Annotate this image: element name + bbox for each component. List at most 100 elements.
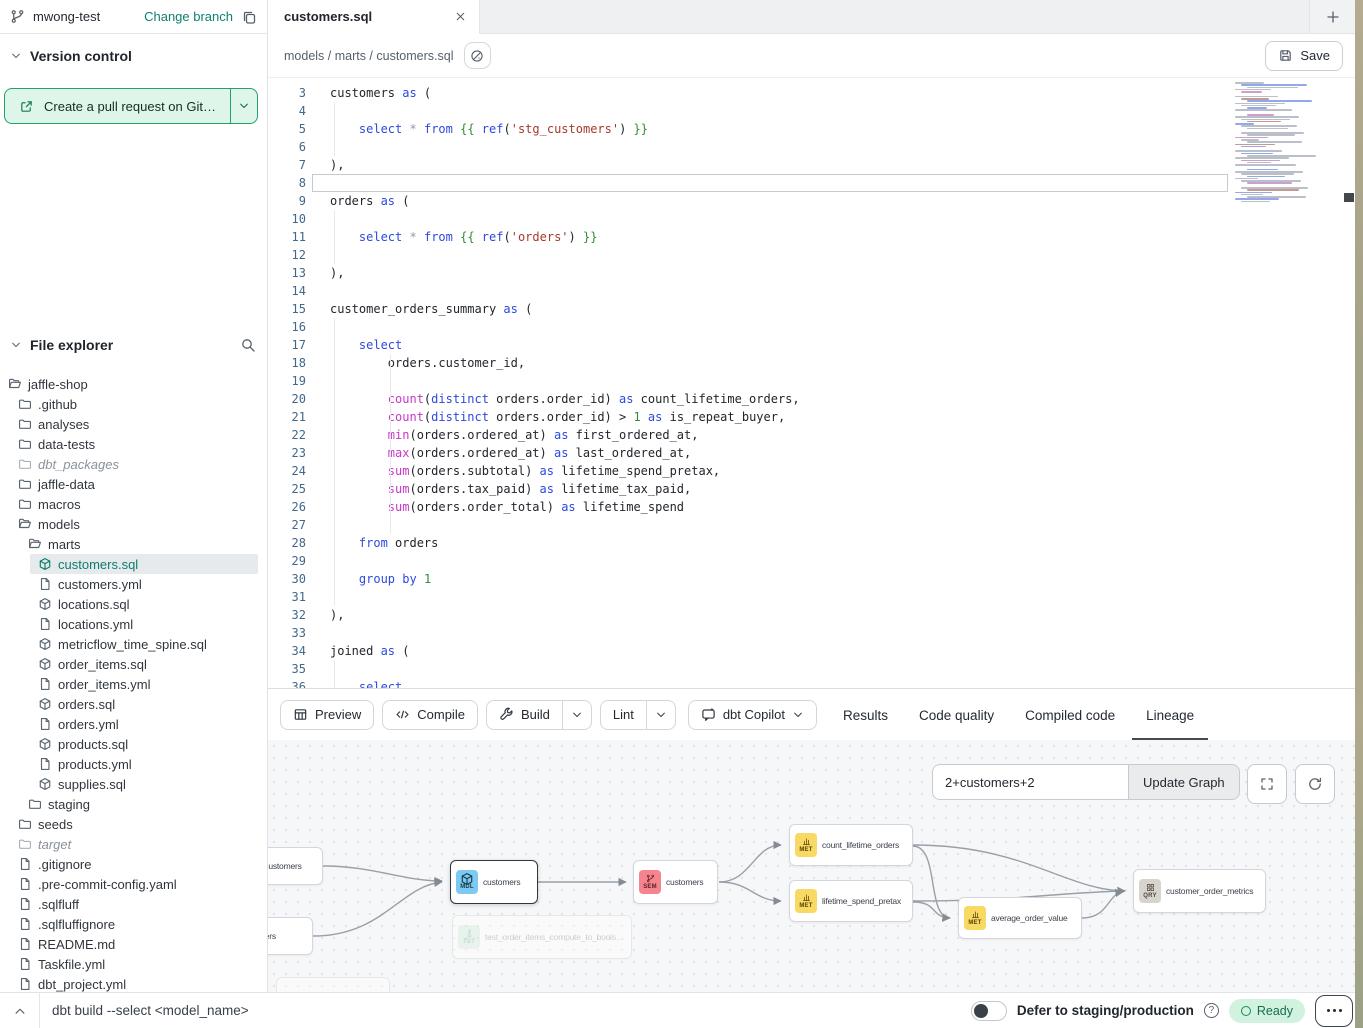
collapse-version-control-icon[interactable]	[10, 50, 22, 62]
file-tree-item-supplies.sql[interactable]: supplies.sql	[0, 774, 268, 794]
preview-button[interactable]: Preview	[280, 700, 374, 730]
save-button[interactable]: Save	[1265, 41, 1343, 71]
code-line-12[interactable]: 12	[268, 246, 1355, 264]
lint-button[interactable]: Lint	[600, 700, 676, 730]
file-tree-item-customers.sql[interactable]: customers.sql	[30, 554, 258, 574]
code-line-15[interactable]: 15customer_orders_summary as (	[268, 300, 1355, 318]
file-tree-item-order-items.sql[interactable]: order_items.sql	[0, 654, 268, 674]
file-tree-item-.gitignore[interactable]: .gitignore	[0, 854, 268, 874]
file-tree-item-customers.yml[interactable]: customers.yml	[0, 574, 268, 594]
file-tree-item-staging[interactable]: staging	[0, 794, 268, 814]
create-pr-dropdown[interactable]	[231, 89, 257, 123]
close-tab-icon[interactable]	[454, 10, 467, 23]
build-button[interactable]: Build	[486, 700, 592, 730]
code-line-7[interactable]: 7),	[268, 156, 1355, 174]
editor-scrollbar-thumb[interactable]	[1344, 193, 1354, 202]
code-editor[interactable]: 3customers as (45 select * from {{ ref('…	[268, 78, 1355, 688]
file-tree-item-locations.yml[interactable]: locations.yml	[0, 614, 268, 634]
collapse-command-bar-button[interactable]	[0, 993, 40, 1028]
code-line-34[interactable]: 34joined as (	[268, 642, 1355, 660]
lineage-node-stub-node[interactable]	[276, 977, 390, 992]
code-line-18[interactable]: 18 orders.customer_id,	[268, 354, 1355, 372]
editor-minimap[interactable]	[1235, 82, 1320, 205]
status-ready-badge[interactable]: Ready	[1229, 999, 1305, 1023]
lineage-selector-input[interactable]	[932, 764, 1128, 800]
code-line-25[interactable]: 25 sum(orders.tax_paid) as lifetime_tax_…	[268, 480, 1355, 498]
code-line-10[interactable]: 10	[268, 210, 1355, 228]
lineage-node-customers-sem[interactable]: SEMcustomers	[633, 860, 718, 904]
file-tree-item-dbt-project.yml[interactable]: dbt_project.yml	[0, 974, 268, 992]
code-line-29[interactable]: 29	[268, 552, 1355, 570]
lineage-node-stg_customers[interactable]: MDLstg_customers	[268, 847, 323, 885]
fullscreen-button[interactable]	[1247, 764, 1287, 804]
search-icon[interactable]	[240, 337, 256, 353]
tab-compiled-code[interactable]: Compiled code	[1025, 689, 1115, 741]
lineage-node-lifetime_spend_pretax[interactable]: METlifetime_spend_pretax	[789, 880, 913, 922]
code-line-9[interactable]: 9orders as (	[268, 192, 1355, 210]
file-tree-item-metricflow-time-spine.sql[interactable]: metricflow_time_spine.sql	[0, 634, 268, 654]
code-line-28[interactable]: 28 from orders	[268, 534, 1355, 552]
code-line-32[interactable]: 32),	[268, 606, 1355, 624]
tab-results[interactable]: Results	[843, 689, 888, 741]
file-tree-item-.sqlfluffignore[interactable]: .sqlfluffignore	[0, 914, 268, 934]
file-tree-item-.sqlfluff[interactable]: .sqlfluff	[0, 894, 268, 914]
defer-toggle[interactable]	[971, 1001, 1007, 1021]
code-line-20[interactable]: 20 count(distinct orders.order_id) as co…	[268, 390, 1355, 408]
lineage-node-customers-mdl[interactable]: MDLcustomers	[450, 860, 538, 904]
new-tab-button[interactable]	[1309, 0, 1355, 33]
code-line-31[interactable]: 31	[268, 588, 1355, 606]
file-tree-item-jaffle-data[interactable]: jaffle-data	[0, 474, 268, 494]
code-line-3[interactable]: 3customers as (	[268, 84, 1355, 102]
code-line-14[interactable]: 14	[268, 282, 1355, 300]
file-tree-item-data-tests[interactable]: data-tests	[0, 434, 268, 454]
compile-button[interactable]: Compile	[382, 700, 478, 730]
lineage-node-orders-src[interactable]: MDLorders	[268, 917, 313, 955]
file-tree-item-dbt-packages[interactable]: dbt_packages	[0, 454, 268, 474]
file-tree-item-macros[interactable]: macros	[0, 494, 268, 514]
code-line-16[interactable]: 16	[268, 318, 1355, 336]
copy-branch-icon[interactable]	[241, 9, 257, 25]
file-tree-item-orders.sql[interactable]: orders.sql	[0, 694, 268, 714]
lineage-node-customer_order_metrics[interactable]: QRYcustomer_order_metrics	[1133, 869, 1266, 913]
collapse-file-explorer-icon[interactable]	[10, 339, 22, 351]
help-icon[interactable]: ?	[1204, 1003, 1219, 1018]
file-tree-item-order-items.yml[interactable]: order_items.yml	[0, 674, 268, 694]
copilot-context-button[interactable]	[464, 42, 491, 69]
file-tree-item-marts[interactable]: marts	[0, 534, 268, 554]
lint-dropdown[interactable]	[646, 701, 675, 729]
file-tree-item-README.md[interactable]: README.md	[0, 934, 268, 954]
file-tree-item-orders.yml[interactable]: orders.yml	[0, 714, 268, 734]
more-options-button[interactable]	[1315, 995, 1353, 1027]
build-dropdown[interactable]	[562, 701, 591, 729]
code-line-35[interactable]: 35	[268, 660, 1355, 678]
file-tree-item-products.sql[interactable]: products.sql	[0, 734, 268, 754]
code-line-27[interactable]: 27	[268, 516, 1355, 534]
create-pr-button[interactable]: Create a pull request on Git…	[4, 88, 258, 124]
lineage-node-average_order_value[interactable]: METaverage_order_value	[958, 897, 1082, 939]
code-line-17[interactable]: 17 select	[268, 336, 1355, 354]
code-line-22[interactable]: 22 min(orders.ordered_at) as first_order…	[268, 426, 1355, 444]
code-line-23[interactable]: 23 max(orders.ordered_at) as last_ordere…	[268, 444, 1355, 462]
code-line-21[interactable]: 21 count(distinct orders.order_id) > 1 a…	[268, 408, 1355, 426]
file-tree-item-products.yml[interactable]: products.yml	[0, 754, 268, 774]
file-tree-item-locations.sql[interactable]: locations.sql	[0, 594, 268, 614]
dbt-copilot-button[interactable]: dbt Copilot	[688, 700, 817, 730]
tab-customers-sql[interactable]: customers.sql	[268, 0, 480, 34]
code-line-24[interactable]: 24 sum(orders.subtotal) as lifetime_spen…	[268, 462, 1355, 480]
tab-lineage[interactable]: Lineage	[1146, 689, 1194, 741]
code-line-5[interactable]: 5 select * from {{ ref('stg_customers') …	[268, 120, 1355, 138]
code-line-30[interactable]: 30 group by 1	[268, 570, 1355, 588]
tab-code-quality[interactable]: Code quality	[919, 689, 994, 741]
refresh-lineage-button[interactable]	[1295, 764, 1335, 804]
lineage-node-test-node[interactable]: TSTtest_order_items_compute_to_bools…	[452, 915, 632, 959]
file-tree-item-target[interactable]: target	[0, 834, 268, 854]
file-tree-item-analyses[interactable]: analyses	[0, 414, 268, 434]
code-line-19[interactable]: 19	[268, 372, 1355, 390]
lineage-node-count_lifetime_orders[interactable]: METcount_lifetime_orders	[789, 824, 913, 866]
file-tree-item-seeds[interactable]: seeds	[0, 814, 268, 834]
code-line-8[interactable]: 8	[268, 174, 1355, 192]
code-line-6[interactable]: 6	[268, 138, 1355, 156]
code-line-11[interactable]: 11 select * from {{ ref('orders') }}	[268, 228, 1355, 246]
code-line-26[interactable]: 26 sum(orders.order_total) as lifetime_s…	[268, 498, 1355, 516]
file-tree-item-.github[interactable]: .github	[0, 394, 268, 414]
